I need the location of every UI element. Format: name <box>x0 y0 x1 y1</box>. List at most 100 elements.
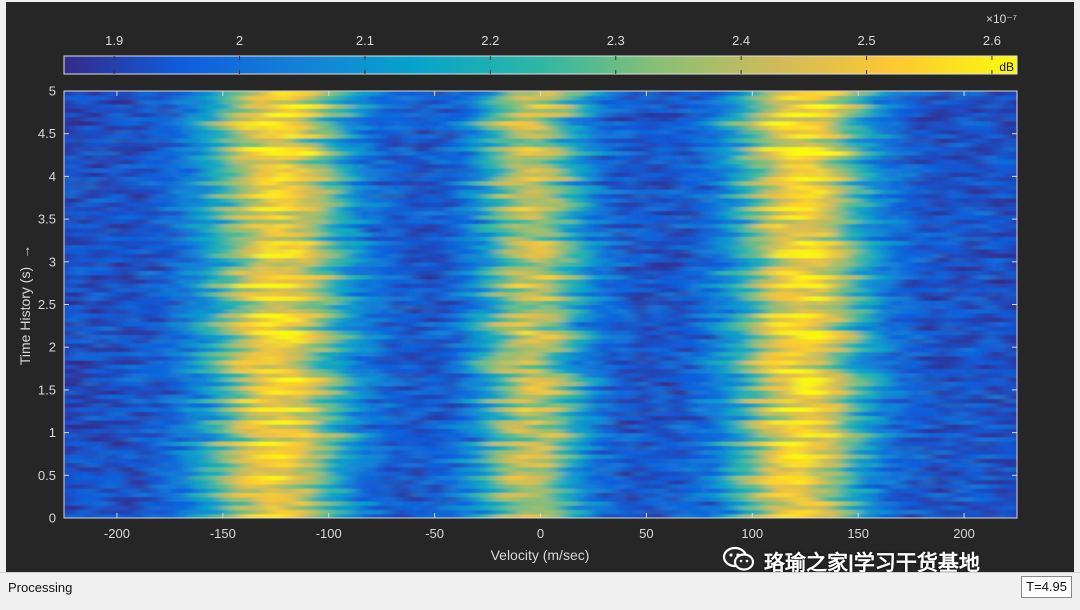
heatmap-cell <box>191 308 203 314</box>
colorbar-tick-label: 2.1 <box>356 33 374 48</box>
heatmap-cell <box>212 389 224 395</box>
heatmap-cell <box>868 347 880 353</box>
heatmap-cell <box>138 424 150 429</box>
heatmap-cell <box>826 355 838 361</box>
heatmap-cell <box>286 432 298 438</box>
heatmap-cell <box>974 389 986 395</box>
heatmap-cell <box>540 291 552 297</box>
heatmap-cell <box>116 475 129 481</box>
heatmap-cell <box>836 394 849 400</box>
heatmap-cell <box>74 509 86 515</box>
heatmap-cell <box>752 347 764 353</box>
heatmap-cell <box>476 509 489 515</box>
heatmap-cell <box>360 394 372 400</box>
heatmap-cell <box>360 402 372 408</box>
heatmap-cell <box>773 398 785 404</box>
heatmap-cell <box>360 360 372 365</box>
heatmap-cell <box>275 492 287 498</box>
heatmap-cell <box>1006 321 1017 327</box>
heatmap-cell <box>212 330 224 335</box>
heatmap-cell <box>180 500 192 506</box>
heatmap-cell <box>148 496 160 502</box>
heatmap-cell <box>847 479 859 485</box>
heatmap-cell <box>815 475 827 481</box>
heatmap-cell <box>985 509 997 515</box>
heatmap-cell <box>201 304 213 310</box>
heatmap-cell <box>582 394 595 400</box>
heatmap-cell <box>561 308 573 314</box>
heatmap-cell <box>858 360 870 365</box>
heatmap-cell <box>731 453 743 459</box>
heatmap-cell <box>815 449 827 455</box>
heatmap-cell <box>614 419 626 425</box>
heatmap-cell <box>487 283 499 289</box>
heatmap-cell <box>95 389 107 395</box>
heatmap-cell <box>434 355 446 361</box>
heatmap-cell <box>318 509 330 515</box>
heatmap-cell <box>995 462 1008 468</box>
heatmap-cell <box>879 441 891 447</box>
heatmap-cell <box>900 462 912 468</box>
heatmap-cell <box>731 360 743 365</box>
heatmap-cell <box>424 406 436 412</box>
heatmap-cell <box>985 475 997 481</box>
heatmap-cell <box>349 317 362 323</box>
heatmap-cell <box>116 295 129 301</box>
heatmap-cell <box>879 436 891 442</box>
heatmap-cell <box>879 449 891 455</box>
heatmap-cell <box>540 406 552 412</box>
heatmap-cell <box>614 283 626 289</box>
heatmap-cell <box>127 287 139 293</box>
heatmap-cell <box>159 471 171 476</box>
heatmap-cell <box>159 278 171 284</box>
heatmap-cell <box>74 483 86 489</box>
heatmap-cell <box>519 291 531 297</box>
heatmap-cell <box>519 295 531 301</box>
heatmap-cell <box>466 364 478 370</box>
heatmap-cell <box>116 372 129 378</box>
heatmap-cell <box>508 441 520 447</box>
heatmap-cell <box>688 321 700 327</box>
heatmap-cell <box>95 441 107 447</box>
heatmap-cell <box>836 449 849 455</box>
heatmap-cell <box>74 291 86 297</box>
heatmap-cell <box>858 475 870 481</box>
heatmap-cell <box>85 432 97 438</box>
heatmap-cell <box>529 492 542 498</box>
heatmap-cell <box>85 394 97 400</box>
heatmap-cell <box>318 313 330 318</box>
heatmap-cell <box>275 334 287 340</box>
heatmap-cell <box>625 509 637 515</box>
heatmap-cell <box>296 466 309 472</box>
heatmap-cell <box>858 295 870 301</box>
heatmap-cell <box>784 377 796 382</box>
heatmap-cell <box>889 355 902 361</box>
heatmap-cell <box>911 466 923 472</box>
heatmap-cell <box>222 372 235 378</box>
heatmap-cell <box>953 385 965 391</box>
heatmap-cell <box>413 283 425 289</box>
heatmap-cell <box>953 283 965 289</box>
heatmap-cell <box>159 445 171 451</box>
heatmap-cell <box>942 406 955 412</box>
heatmap-cell <box>349 488 362 493</box>
heatmap-cell <box>116 488 129 493</box>
heatmap-cell <box>381 334 393 340</box>
heatmap-cell <box>222 453 235 459</box>
heatmap-cell <box>360 445 372 451</box>
heatmap-cell <box>169 445 182 451</box>
heatmap-cell <box>995 406 1008 412</box>
heatmap-cell <box>921 372 933 378</box>
heatmap-cell <box>741 372 753 378</box>
heatmap-cell <box>74 449 86 455</box>
heatmap-cell <box>847 368 859 374</box>
heatmap-cell <box>836 479 849 485</box>
heatmap-cell <box>222 466 235 472</box>
heatmap-cell <box>519 483 531 489</box>
heatmap-cell <box>836 445 849 451</box>
heatmap-cell <box>519 398 531 404</box>
heatmap-cell <box>392 415 404 421</box>
heatmap-cell <box>762 492 775 498</box>
heatmap-cell <box>392 505 404 511</box>
heatmap-cell <box>836 436 849 442</box>
